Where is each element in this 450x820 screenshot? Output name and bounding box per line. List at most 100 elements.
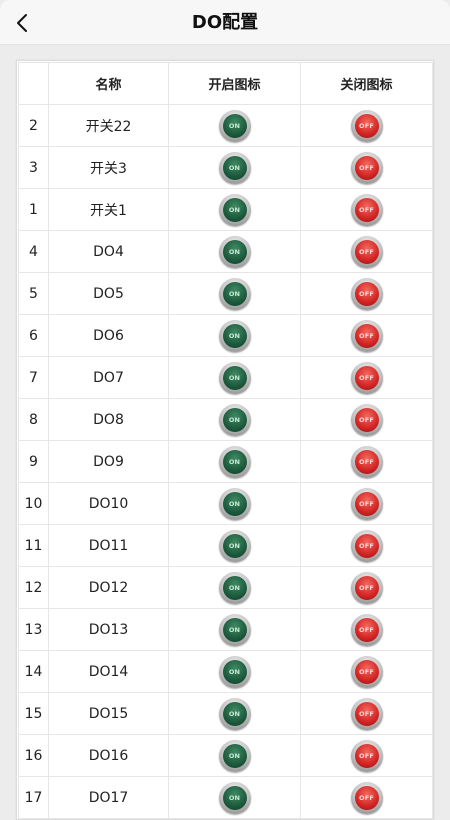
off-icon[interactable]: OFF: [350, 781, 383, 814]
on-icon-label: ON: [222, 659, 247, 684]
off-icon[interactable]: OFF: [350, 319, 383, 352]
on-icon-label: ON: [222, 113, 247, 138]
table-row[interactable]: 15 DO15 ON OFF: [18, 692, 433, 735]
off-icon-cell: OFF: [300, 356, 433, 399]
row-name: DO15: [48, 692, 169, 735]
on-icon[interactable]: ON: [218, 571, 251, 604]
off-icon-label: OFF: [354, 323, 379, 348]
off-icon-label: OFF: [354, 155, 379, 180]
off-icon[interactable]: OFF: [350, 109, 383, 142]
table-row[interactable]: 4 DO4 ON OFF: [18, 230, 433, 273]
table-row[interactable]: 7 DO7 ON OFF: [18, 356, 433, 399]
off-icon-cell: OFF: [300, 566, 433, 609]
off-icon-cell: OFF: [300, 524, 433, 567]
on-icon-label: ON: [222, 323, 247, 348]
off-icon[interactable]: OFF: [350, 151, 383, 184]
on-icon[interactable]: ON: [218, 403, 251, 436]
table-row[interactable]: 13 DO13 ON OFF: [18, 608, 433, 651]
row-name: DO8: [48, 398, 169, 441]
off-icon-label: OFF: [354, 365, 379, 390]
on-icon-cell: ON: [168, 440, 301, 483]
row-number: 7: [18, 356, 49, 399]
on-icon[interactable]: ON: [218, 151, 251, 184]
on-icon-label: ON: [222, 701, 247, 726]
on-icon[interactable]: ON: [218, 487, 251, 520]
off-icon-label: OFF: [354, 113, 379, 138]
off-icon-cell: OFF: [300, 146, 433, 189]
table-row[interactable]: 12 DO12 ON OFF: [18, 566, 433, 609]
off-icon[interactable]: OFF: [350, 361, 383, 394]
off-icon[interactable]: OFF: [350, 277, 383, 310]
off-icon-cell: OFF: [300, 398, 433, 441]
row-number: 1: [18, 188, 49, 231]
on-icon-cell: ON: [168, 566, 301, 609]
on-icon-label: ON: [222, 281, 247, 306]
off-icon[interactable]: OFF: [350, 193, 383, 226]
table-row[interactable]: 16 DO16 ON OFF: [18, 734, 433, 777]
table-row[interactable]: 17 DO17 ON OFF: [18, 776, 433, 819]
on-icon-label: ON: [222, 239, 247, 264]
table-row[interactable]: 6 DO6 ON OFF: [18, 314, 433, 357]
off-icon[interactable]: OFF: [350, 655, 383, 688]
on-icon-label: ON: [222, 533, 247, 558]
on-icon[interactable]: ON: [218, 109, 251, 142]
off-icon[interactable]: OFF: [350, 613, 383, 646]
on-icon-cell: ON: [168, 356, 301, 399]
on-icon[interactable]: ON: [218, 277, 251, 310]
table-row[interactable]: 14 DO14 ON OFF: [18, 650, 433, 693]
on-icon-cell: ON: [168, 776, 301, 819]
on-icon[interactable]: ON: [218, 739, 251, 772]
on-icon-label: ON: [222, 365, 247, 390]
row-number: 14: [18, 650, 49, 693]
on-icon-cell: ON: [168, 272, 301, 315]
off-icon[interactable]: OFF: [350, 697, 383, 730]
off-icon-label: OFF: [354, 659, 379, 684]
row-name: DO7: [48, 356, 169, 399]
on-icon[interactable]: ON: [218, 781, 251, 814]
table-row[interactable]: 10 DO10 ON OFF: [18, 482, 433, 525]
off-icon-cell: OFF: [300, 188, 433, 231]
on-icon[interactable]: ON: [218, 655, 251, 688]
off-icon-label: OFF: [354, 617, 379, 642]
row-name: 开关3: [48, 146, 169, 189]
table-row[interactable]: 3 开关3 ON OFF: [18, 146, 433, 189]
table-header-row: 名称 开启图标 关闭图标: [18, 62, 433, 105]
row-name: 开关1: [48, 188, 169, 231]
on-icon[interactable]: ON: [218, 613, 251, 646]
off-icon-label: OFF: [354, 197, 379, 222]
row-number: 12: [18, 566, 49, 609]
on-icon[interactable]: ON: [218, 235, 251, 268]
table-row[interactable]: 2 开关22 ON OFF: [18, 104, 433, 147]
table-row[interactable]: 1 开关1 ON OFF: [18, 188, 433, 231]
on-icon[interactable]: ON: [218, 361, 251, 394]
off-icon[interactable]: OFF: [350, 235, 383, 268]
table-row[interactable]: 9 DO9 ON OFF: [18, 440, 433, 483]
table-row[interactable]: 11 DO11 ON OFF: [18, 524, 433, 567]
off-icon-label: OFF: [354, 701, 379, 726]
off-icon-label: OFF: [354, 239, 379, 264]
off-icon[interactable]: OFF: [350, 487, 383, 520]
do-config-table-card: 名称 开启图标 关闭图标 2 开关22 ON OFF 3 开关3 ON OFF 1 开关1 ON OF…: [16, 60, 434, 820]
off-icon-label: OFF: [354, 491, 379, 516]
on-icon-label: ON: [222, 491, 247, 516]
off-icon-cell: OFF: [300, 104, 433, 147]
off-icon[interactable]: OFF: [350, 571, 383, 604]
on-icon[interactable]: ON: [218, 445, 251, 478]
off-icon[interactable]: OFF: [350, 739, 383, 772]
off-icon-cell: OFF: [300, 440, 433, 483]
off-icon[interactable]: OFF: [350, 403, 383, 436]
on-icon[interactable]: ON: [218, 319, 251, 352]
table-row[interactable]: 8 DO8 ON OFF: [18, 398, 433, 441]
table-row[interactable]: 5 DO5 ON OFF: [18, 272, 433, 315]
off-icon-cell: OFF: [300, 650, 433, 693]
page-title: DO配置: [191, 12, 259, 33]
row-name: DO13: [48, 608, 169, 651]
off-icon-label: OFF: [354, 575, 379, 600]
on-icon[interactable]: ON: [218, 529, 251, 562]
off-icon[interactable]: OFF: [350, 529, 383, 562]
on-icon[interactable]: ON: [218, 697, 251, 730]
on-icon[interactable]: ON: [218, 193, 251, 226]
off-icon[interactable]: OFF: [350, 445, 383, 478]
row-name: 开关22: [48, 104, 169, 147]
row-number: 2: [18, 104, 49, 147]
